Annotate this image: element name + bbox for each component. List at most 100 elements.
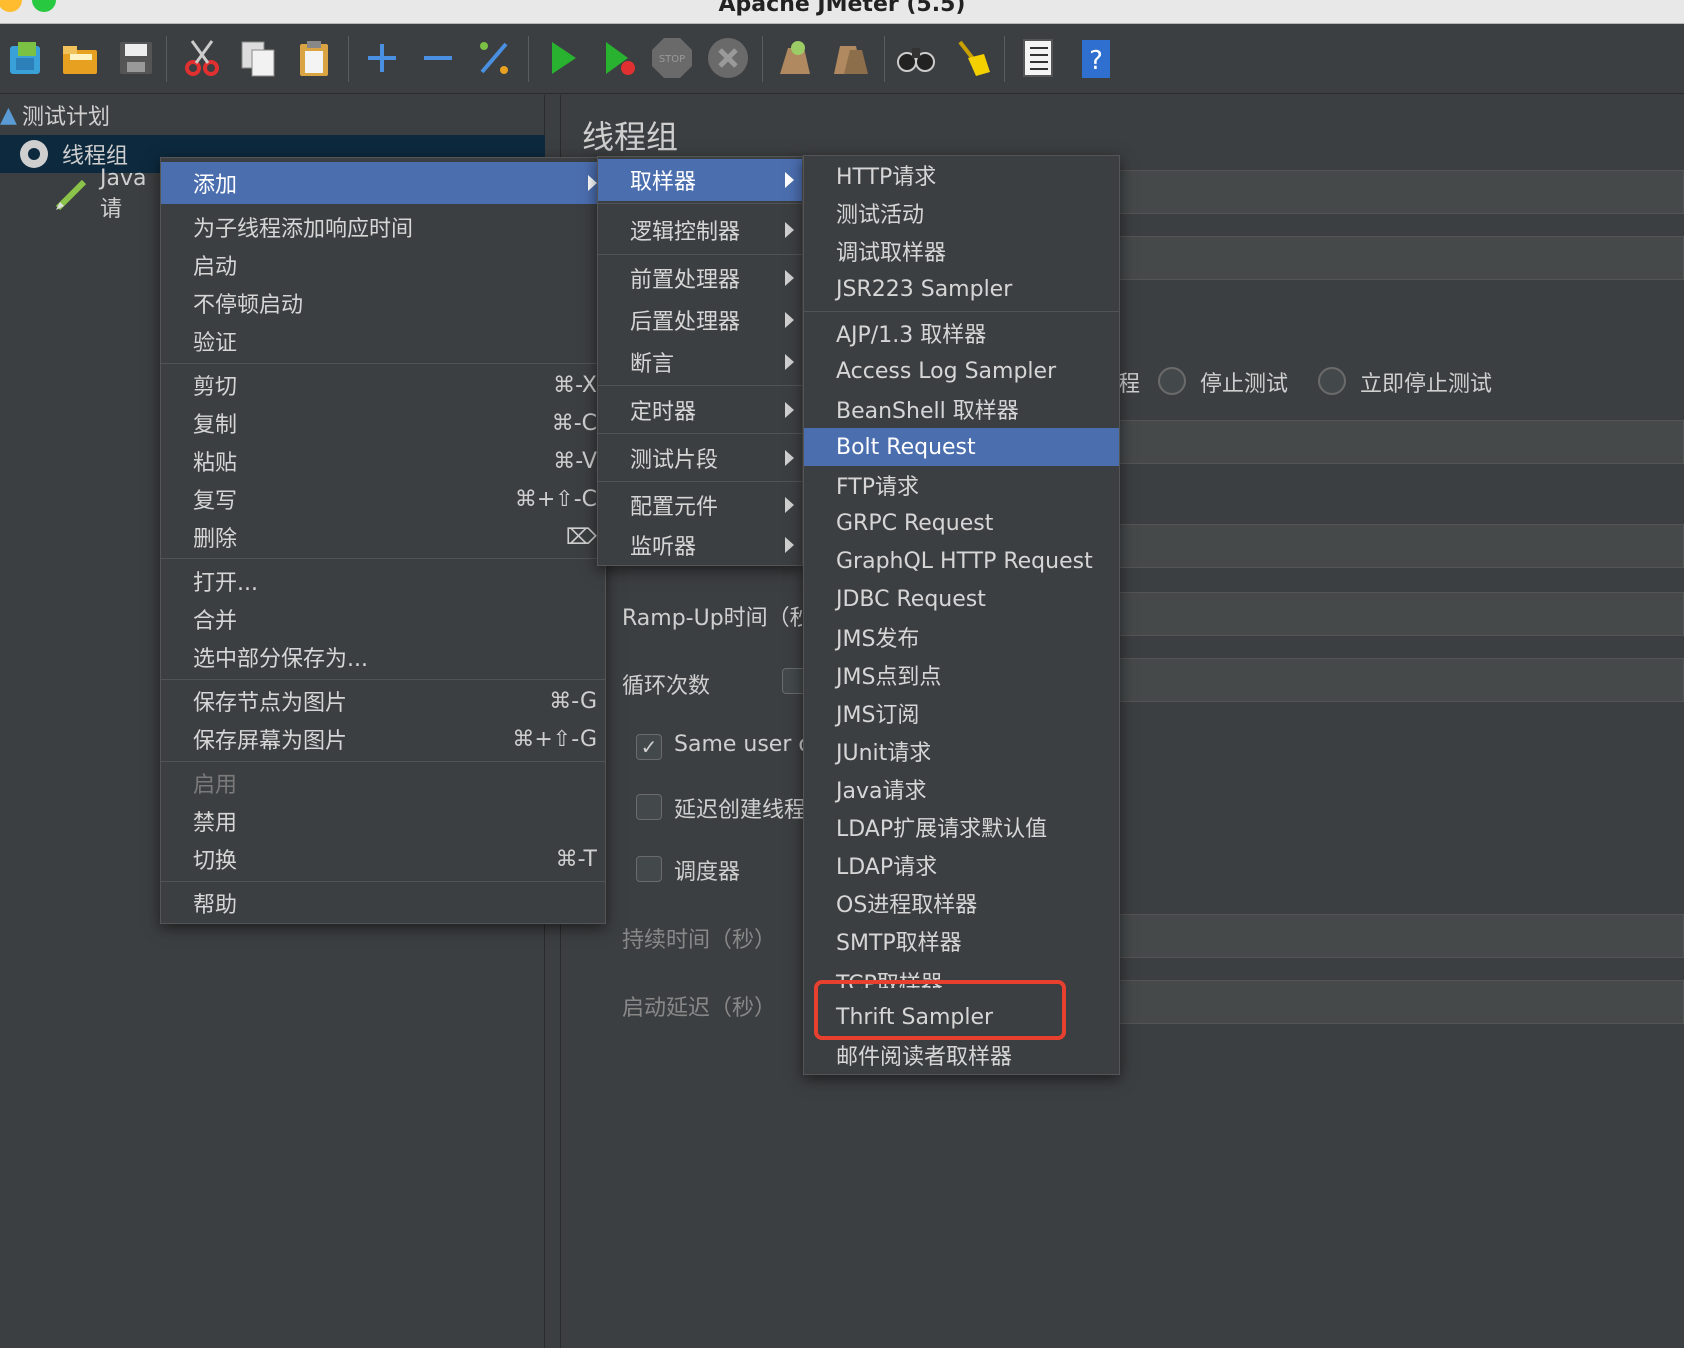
menu-item-validate[interactable]: 验证 <box>161 322 605 360</box>
submenu-item-timer[interactable]: 定时器 <box>598 388 802 432</box>
scheduler-checkbox[interactable] <box>636 856 662 882</box>
sampler-item-http-request[interactable]: HTTP请求 <box>804 156 1119 194</box>
submenu-item-config-element[interactable]: 配置元件 <box>598 484 802 526</box>
sampler-item-os-process[interactable]: OS进程取样器 <box>804 884 1119 922</box>
menu-item-label: JMS发布 <box>836 627 920 652</box>
collapse-icon[interactable] <box>416 36 460 80</box>
sampler-item-junit[interactable]: JUnit请求 <box>804 732 1119 770</box>
sampler-item-bolt-request[interactable]: Bolt Request <box>804 428 1119 466</box>
sampler-item-mail-reader[interactable]: 邮件阅读者取样器 <box>804 1036 1119 1074</box>
sampler-item-jdbc[interactable]: JDBC Request <box>804 580 1119 618</box>
sampler-item-java-request[interactable]: Java请求 <box>804 770 1119 808</box>
sampler-item-beanshell[interactable]: BeanShell 取样器 <box>804 390 1119 428</box>
sampler-item-ajp[interactable]: AJP/1.3 取样器 <box>804 314 1119 352</box>
shortcut-label: ⌘+⇧-C <box>514 486 597 512</box>
shortcut-label: ⌘-G <box>549 688 597 714</box>
menu-item-start[interactable]: 启动 <box>161 246 605 284</box>
menu-item-cut[interactable]: 剪切 ⌘-X <box>161 366 605 404</box>
menu-item-duplicate[interactable]: 复写 ⌘+⇧-C <box>161 480 605 518</box>
paste-icon[interactable] <box>292 36 336 80</box>
submenu-item-post-processor[interactable]: 后置处理器 <box>598 299 802 341</box>
submenu-item-test-fragment[interactable]: 测试片段 <box>598 436 802 480</box>
start-icon[interactable] <box>540 36 584 80</box>
menu-separator <box>804 311 1119 312</box>
menu-item-label: GraphQL HTTP Request <box>836 548 1093 574</box>
delete-key-icon: ⌦ <box>565 524 597 550</box>
menu-item-save-selection[interactable]: 选中部分保存为... <box>161 638 605 676</box>
save-icon[interactable] <box>114 36 158 80</box>
menu-item-label: LDAP请求 <box>836 855 938 880</box>
radio-stop-now[interactable] <box>1318 367 1346 395</box>
menu-separator <box>161 881 605 882</box>
sampler-item-jms-p2p[interactable]: JMS点到点 <box>804 656 1119 694</box>
reset-search-icon[interactable] <box>950 36 994 80</box>
menu-item-save-screen-image[interactable]: 保存屏幕为图片 ⌘+⇧-G <box>161 720 605 758</box>
toggle-icon[interactable] <box>472 36 516 80</box>
start-no-pause-icon[interactable] <box>596 36 640 80</box>
menu-item-label: 保存屏幕为图片 <box>193 729 348 754</box>
menu-item-save-node-image[interactable]: 保存节点为图片 ⌘-G <box>161 682 605 720</box>
sampler-item-ldap[interactable]: LDAP请求 <box>804 846 1119 884</box>
svg-text:?: ? <box>1089 46 1103 76</box>
clear-all-icon[interactable] <box>828 36 872 80</box>
tree-node-java-request[interactable]: Java请 <box>0 166 165 222</box>
menu-item-disable[interactable]: 禁用 <box>161 802 605 840</box>
help-icon[interactable]: ? <box>1074 36 1118 80</box>
open-icon[interactable] <box>58 36 102 80</box>
menu-item-merge[interactable]: 合并 <box>161 600 605 638</box>
menu-item-delete[interactable]: 删除 ⌦ <box>161 518 605 556</box>
sampler-item-ldap-ext[interactable]: LDAP扩展请求默认值 <box>804 808 1119 846</box>
menu-item-start-no-pause[interactable]: 不停顿启动 <box>161 284 605 322</box>
sampler-item-ftp[interactable]: FTP请求 <box>804 466 1119 504</box>
startup-delay-field[interactable] <box>1118 980 1684 1024</box>
clear-icon[interactable] <box>772 36 816 80</box>
sampler-item-jms-subscriber[interactable]: JMS订阅 <box>804 694 1119 732</box>
submenu-item-assertion[interactable]: 断言 <box>598 341 802 383</box>
duration-field[interactable] <box>1118 914 1684 958</box>
sampler-item-graphql[interactable]: GraphQL HTTP Request <box>804 542 1119 580</box>
sampler-item-access-log[interactable]: Access Log Sampler <box>804 352 1119 390</box>
shutdown-icon[interactable] <box>706 36 750 80</box>
menu-item-add-think-time[interactable]: 为子线程添加响应时间 <box>161 208 605 246</box>
menu-item-help[interactable]: 帮助 <box>161 884 605 922</box>
comment-field[interactable] <box>1118 236 1684 280</box>
menu-item-label: 监听器 <box>630 535 697 560</box>
copy-icon[interactable] <box>236 36 280 80</box>
shortcut-label: ⌘-C <box>551 410 597 436</box>
sampler-item-test-action[interactable]: 测试活动 <box>804 194 1119 232</box>
tree-node-test-plan[interactable]: ▲ 测试计划 <box>0 96 545 134</box>
menu-item-label: 调试取样器 <box>836 241 947 266</box>
submenu-item-pre-processor[interactable]: 前置处理器 <box>598 257 802 299</box>
menu-item-paste[interactable]: 粘贴 ⌘-V <box>161 442 605 480</box>
radio-stop-test[interactable] <box>1158 367 1186 395</box>
sampler-submenu: HTTP请求 测试活动 调试取样器 JSR223 Sampler AJP/1.3… <box>803 155 1120 1075</box>
submenu-item-sampler[interactable]: 取样器 <box>598 159 802 201</box>
sampler-item-jsr223[interactable]: JSR223 Sampler <box>804 270 1119 308</box>
sampler-item-debug-sampler[interactable]: 调试取样器 <box>804 232 1119 270</box>
delay-create-checkbox[interactable] <box>636 794 662 820</box>
stop-icon[interactable]: STOP <box>650 36 694 80</box>
ramp-up-label: Ramp-Up时间（秒） <box>622 606 802 631</box>
sampler-item-grpc[interactable]: GRPC Request <box>804 504 1119 542</box>
submenu-arrow-icon <box>785 222 794 238</box>
loop-field[interactable] <box>1118 592 1684 636</box>
same-user-checkbox[interactable]: ✓ <box>636 734 662 760</box>
loop-field-2[interactable] <box>1118 658 1684 702</box>
submenu-item-listener[interactable]: 监听器 <box>598 526 802 564</box>
menu-item-label: 粘贴 <box>193 451 238 476</box>
menu-item-add[interactable]: 添加 <box>161 162 605 204</box>
search-icon[interactable] <box>894 36 938 80</box>
expand-icon[interactable] <box>360 36 404 80</box>
name-field[interactable] <box>1118 170 1684 214</box>
menu-item-copy[interactable]: 复制 ⌘-C <box>161 404 605 442</box>
function-helper-icon[interactable] <box>1016 36 1060 80</box>
templates-icon[interactable] <box>4 36 48 80</box>
menu-item-open[interactable]: 打开... <box>161 562 605 600</box>
submenu-item-logic-controller[interactable]: 逻辑控制器 <box>598 208 802 252</box>
threads-field[interactable] <box>1118 420 1684 464</box>
ramp-up-field[interactable] <box>1118 524 1684 568</box>
sampler-item-smtp[interactable]: SMTP取样器 <box>804 922 1119 960</box>
menu-item-toggle[interactable]: 切换 ⌘-T <box>161 840 605 878</box>
sampler-item-jms-publisher[interactable]: JMS发布 <box>804 618 1119 656</box>
cut-icon[interactable] <box>180 36 224 80</box>
